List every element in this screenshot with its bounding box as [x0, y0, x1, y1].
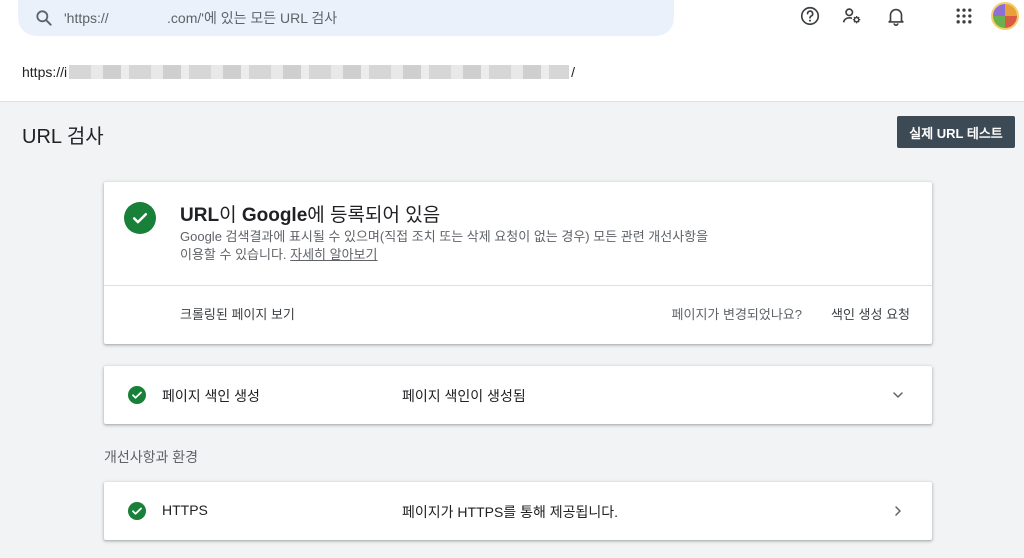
index-status-card: URL이 Google에 등록되어 있음 Google 검색결과에 표시될 수 … — [104, 182, 932, 344]
inspected-url-suffix: / — [571, 64, 576, 80]
search-bar[interactable] — [18, 0, 674, 36]
manage-users-icon[interactable] — [840, 4, 864, 28]
divider — [104, 285, 932, 286]
apps-grid-icon[interactable] — [952, 4, 976, 28]
view-crawled-page-link[interactable]: 크롤링된 페이지 보기 — [180, 304, 295, 323]
page-indexing-label: 페이지 색인 생성 — [162, 388, 260, 404]
learn-more-link[interactable]: 자세히 알아보기 — [290, 247, 377, 262]
url-redaction — [69, 65, 570, 79]
top-bar — [0, 0, 1024, 40]
request-indexing-link[interactable]: 색인 생성 요청 — [831, 304, 910, 323]
search-input[interactable] — [64, 10, 624, 26]
page-indexing-status: 페이지 색인이 생성됨 — [402, 388, 526, 404]
index-status-description: Google 검색결과에 표시될 수 있으며(직접 조치 또는 삭제 요청이 없… — [180, 229, 709, 262]
page-indexing-row[interactable]: 페이지 색인 생성 페이지 색인이 생성됨 — [104, 366, 932, 424]
notifications-icon[interactable] — [884, 4, 908, 28]
inspected-url-bar: https://i / — [0, 40, 1024, 102]
page-title: URL 검사 — [22, 126, 104, 148]
https-row[interactable]: HTTPS 페이지가 HTTPS를 통해 제공됩니다. — [104, 482, 932, 540]
https-status: 페이지가 HTTPS를 통해 제공됩니다. — [402, 504, 619, 520]
index-status-headline: URL이 Google에 등록되어 있음 — [180, 205, 441, 226]
chevron-right-icon[interactable] — [888, 501, 908, 521]
inspected-url: https://i / — [22, 64, 575, 80]
account-avatar[interactable] — [991, 2, 1019, 30]
chevron-down-icon[interactable] — [888, 385, 908, 405]
page-changed-question: 페이지가 변경되었나요? — [671, 307, 802, 322]
enhancements-section-label: 개선사항과 환경 — [104, 449, 199, 465]
inspected-url-prefix: https://i — [22, 64, 68, 80]
success-check-icon — [128, 386, 146, 404]
search-icon[interactable] — [24, 8, 64, 28]
https-label: HTTPS — [162, 502, 208, 518]
help-icon[interactable] — [798, 4, 822, 28]
success-check-icon — [128, 502, 146, 520]
live-url-test-button[interactable]: 실제 URL 테스트 — [897, 116, 1015, 148]
success-check-icon — [124, 202, 156, 234]
